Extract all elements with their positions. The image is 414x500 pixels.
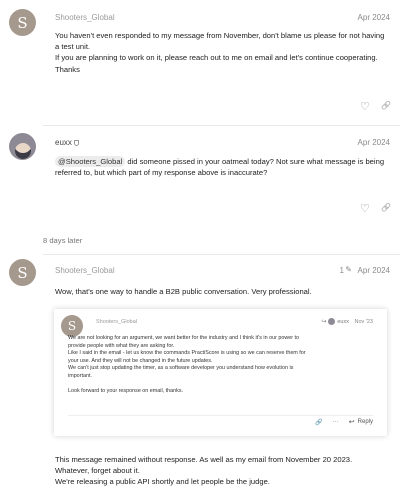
mini-avatar [328, 318, 336, 325]
reply-icon: ↩ [348, 419, 355, 426]
time-gap-label: 8 days later [43, 236, 83, 245]
post-actions [360, 202, 391, 215]
user-mention[interactable]: @Shooters_Global [55, 156, 126, 167]
post-actions [360, 100, 391, 113]
reply-to[interactable]: ↪ euxx [321, 318, 349, 325]
quote-link-icon[interactable]: 🔗 [315, 419, 322, 426]
post-date[interactable]: Apr 2024 [358, 266, 390, 275]
share-link-icon[interactable] [381, 205, 391, 215]
post-body-intro: Wow, that's one way to handle a B2B publ… [55, 287, 312, 296]
post-divider [43, 125, 400, 126]
quote-avatar[interactable]: S [61, 315, 83, 337]
reply-button[interactable]: ↩ Reply [349, 418, 373, 426]
avatar[interactable]: S [9, 9, 36, 36]
quote-divider [68, 415, 373, 416]
reply-arrow-icon: ↪ [321, 319, 327, 325]
quote-username[interactable]: Shooters_Global [96, 319, 137, 325]
quote-card: S Shooters_Global ↪ euxx Nov '23 We are … [54, 309, 387, 436]
more-options-button[interactable]: ··· [333, 419, 339, 425]
post-username[interactable]: Shooters_Global [55, 266, 115, 275]
post-username[interactable]: euxx [55, 138, 79, 147]
pencil-icon[interactable]: ✎ [345, 265, 352, 274]
like-heart-icon[interactable] [360, 100, 370, 113]
avatar-photo-icon [14, 142, 31, 159]
post-username[interactable]: Shooters_Global [55, 13, 115, 22]
post-body: You haven't even responded to my message… [55, 31, 385, 74]
shield-icon [73, 140, 79, 146]
post-date[interactable]: Apr 2024 [358, 13, 390, 22]
quote-actions: 🔗 ··· ↩ Reply [315, 418, 373, 426]
like-heart-icon[interactable] [360, 202, 370, 215]
avatar[interactable] [9, 133, 36, 160]
share-link-icon[interactable] [381, 103, 391, 113]
post-divider [43, 254, 400, 255]
post-body: @Shooters_Global did someone pissed in y… [55, 156, 385, 178]
edit-count[interactable]: 1 [340, 266, 344, 275]
post-body-after: This message remained without response. … [55, 455, 353, 487]
quote-body: We are not looking for an argument, we w… [68, 335, 306, 395]
post-date[interactable]: Apr 2024 [358, 138, 390, 147]
quote-date[interactable]: Nov '23 [355, 319, 373, 325]
avatar[interactable]: S [9, 259, 36, 286]
